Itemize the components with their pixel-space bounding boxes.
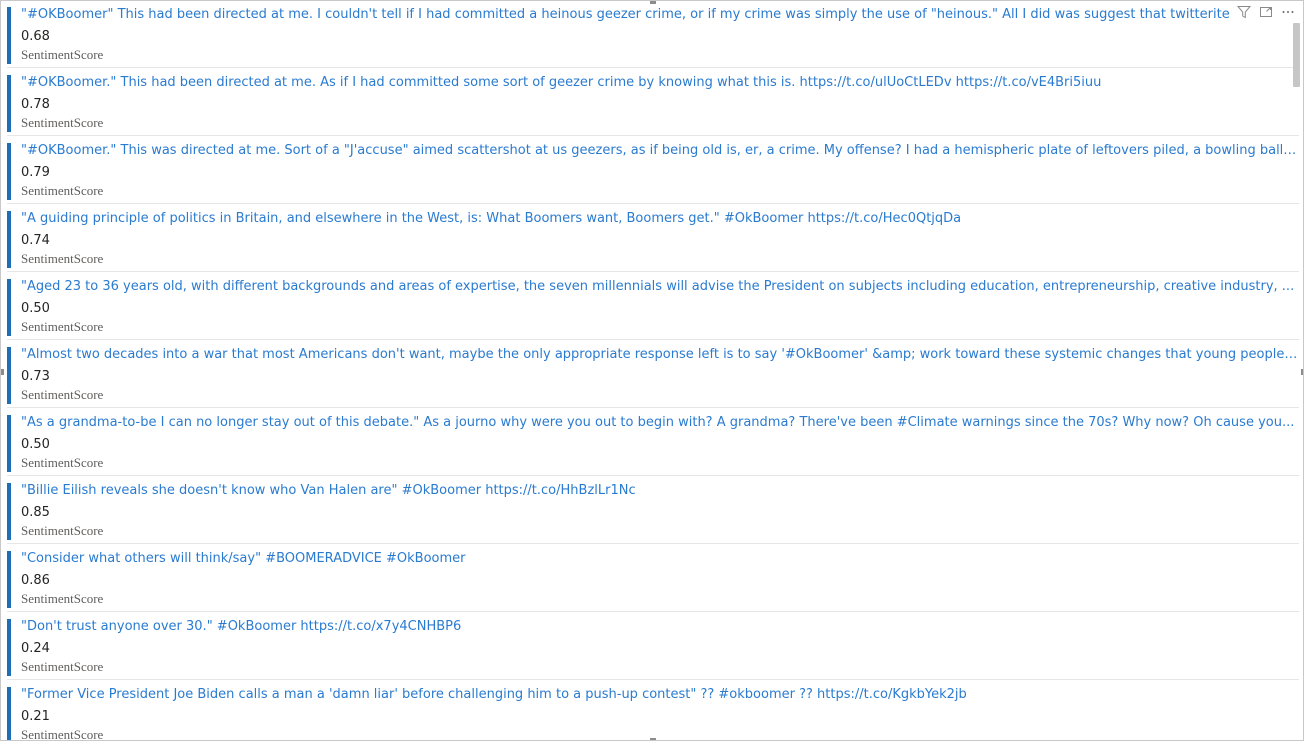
card-row[interactable]: "A guiding principle of politics in Brit… bbox=[7, 205, 1299, 272]
card-sentiment-value: 0.78 bbox=[21, 97, 50, 112]
card-row[interactable]: "Aged 23 to 36 years old, with different… bbox=[7, 273, 1299, 340]
card-accent-bar bbox=[7, 483, 11, 540]
card-sentiment-value: 0.68 bbox=[21, 29, 50, 44]
card-row[interactable]: "Former Vice President Joe Biden calls a… bbox=[7, 681, 1299, 741]
card-accent-bar bbox=[7, 619, 11, 676]
resize-handle-top[interactable] bbox=[650, 1, 656, 4]
card-tweet-text: "Billie Eilish reveals she doesn't know … bbox=[21, 483, 636, 498]
card-tweet-text: "A guiding principle of politics in Brit… bbox=[21, 211, 962, 226]
card-accent-bar bbox=[7, 551, 11, 608]
card-sentiment-value: 0.24 bbox=[21, 641, 50, 656]
card-tweet-text: "Former Vice President Joe Biden calls a… bbox=[21, 687, 967, 702]
card-row[interactable]: "Consider what others will think/say" #B… bbox=[7, 545, 1299, 612]
card-sentiment-label: SentimentScore bbox=[21, 183, 104, 198]
card-accent-bar bbox=[7, 143, 11, 200]
card-sentiment-value: 0.79 bbox=[21, 165, 50, 180]
card-sentiment-label: SentimentScore bbox=[21, 387, 104, 402]
card-accent-bar bbox=[7, 7, 11, 64]
focus-mode-icon[interactable] bbox=[1259, 5, 1273, 19]
card-accent-bar bbox=[7, 415, 11, 472]
resize-handle-left[interactable] bbox=[1, 369, 4, 375]
card-sentiment-value: 0.73 bbox=[21, 369, 50, 384]
card-tweet-text: "#OKBoomer" This had been directed at me… bbox=[21, 7, 1238, 22]
card-sentiment-label: SentimentScore bbox=[21, 727, 104, 741]
card-sentiment-label: SentimentScore bbox=[21, 455, 104, 470]
card-tweet-text: "Almost two decades into a war that most… bbox=[21, 347, 1299, 362]
card-sentiment-value: 0.86 bbox=[21, 573, 50, 588]
card-accent-bar bbox=[7, 211, 11, 268]
card-sentiment-label: SentimentScore bbox=[21, 319, 104, 334]
card-row[interactable]: "Almost two decades into a war that most… bbox=[7, 341, 1299, 408]
card-sentiment-label: SentimentScore bbox=[21, 47, 104, 62]
card-row[interactable]: "#OKBoomer." This had been directed at m… bbox=[7, 69, 1299, 136]
scrollbar-thumb[interactable] bbox=[1293, 23, 1300, 87]
filter-icon[interactable] bbox=[1237, 5, 1251, 19]
card-row[interactable]: "#OKBoomer" This had been directed at me… bbox=[7, 1, 1299, 68]
card-tweet-text: "Don't trust anyone over 30." #OkBoomer … bbox=[21, 619, 462, 634]
visual-header bbox=[1233, 3, 1295, 21]
card-tweet-text: "As a grandma-to-be I can no longer stay… bbox=[21, 415, 1295, 430]
card-sentiment-value: 0.74 bbox=[21, 233, 50, 248]
card-accent-bar bbox=[7, 279, 11, 336]
card-sentiment-value: 0.21 bbox=[21, 709, 50, 724]
card-list[interactable]: "#OKBoomer" This had been directed at me… bbox=[7, 1, 1299, 741]
vertical-scrollbar[interactable] bbox=[1292, 23, 1301, 737]
card-accent-bar bbox=[7, 687, 11, 740]
more-options-icon[interactable] bbox=[1281, 5, 1295, 19]
card-sentiment-value: 0.50 bbox=[21, 301, 50, 316]
card-sentiment-label: SentimentScore bbox=[21, 115, 104, 130]
card-sentiment-label: SentimentScore bbox=[21, 251, 104, 266]
card-row[interactable]: "Don't trust anyone over 30." #OkBoomer … bbox=[7, 613, 1299, 680]
card-sentiment-value: 0.50 bbox=[21, 437, 50, 452]
multi-row-card-visual: "#OKBoomer" This had been directed at me… bbox=[0, 0, 1304, 741]
card-accent-bar bbox=[7, 347, 11, 404]
card-tweet-text: "Consider what others will think/say" #B… bbox=[21, 551, 466, 566]
card-tweet-text: "#OKBoomer." This was directed at me. So… bbox=[21, 143, 1299, 158]
card-sentiment-value: 0.85 bbox=[21, 505, 50, 520]
card-row[interactable]: "Billie Eilish reveals she doesn't know … bbox=[7, 477, 1299, 544]
card-sentiment-label: SentimentScore bbox=[21, 523, 104, 538]
card-sentiment-label: SentimentScore bbox=[21, 659, 104, 674]
card-row[interactable]: "As a grandma-to-be I can no longer stay… bbox=[7, 409, 1299, 476]
card-tweet-text: "Aged 23 to 36 years old, with different… bbox=[21, 279, 1295, 294]
card-accent-bar bbox=[7, 75, 11, 132]
card-tweet-text: "#OKBoomer." This had been directed at m… bbox=[21, 75, 1102, 90]
card-row[interactable]: "#OKBoomer." This was directed at me. So… bbox=[7, 137, 1299, 204]
card-sentiment-label: SentimentScore bbox=[21, 591, 104, 606]
